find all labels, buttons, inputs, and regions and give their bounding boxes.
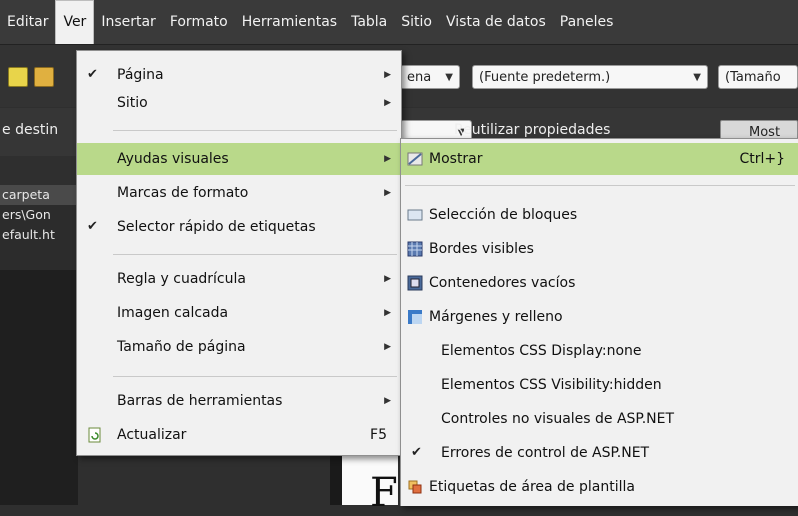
reuse-properties-button[interactable]: Reutilizar propiedades <box>454 122 610 138</box>
menu-item-label: Ayudas visuales <box>117 151 229 167</box>
visual-aids-submenu: Mostrar Ctrl+} Selección de bloques Bord… <box>400 138 798 506</box>
refresh-icon <box>88 427 101 443</box>
menu-item-label: Elementos CSS Display:none <box>441 343 642 359</box>
menu-item-contenedores-vacios[interactable]: Contenedores vacíos <box>401 267 798 299</box>
menu-item-label: Barras de herramientas <box>117 393 283 409</box>
menu-item-actualizar[interactable]: Actualizar F5 <box>77 419 401 451</box>
folder-list-item[interactable]: ers\Gon <box>0 205 78 225</box>
menu-item-errores-de-control[interactable]: ✔ Errores de control de ASP.NET <box>401 437 798 469</box>
chevron-down-icon: ▼ <box>445 72 453 83</box>
menu-item-label: Controles no visuales de ASP.NET <box>441 411 675 427</box>
menu-item-label: Marcas de formato <box>117 185 249 201</box>
menu-tabla[interactable]: Tabla <box>344 0 394 44</box>
menu-bar: Editar Ver Insertar Formato Herramientas… <box>0 0 798 45</box>
template-region-icon <box>408 480 422 494</box>
checkmark-icon: ✔ <box>87 219 98 234</box>
menu-item-margenes-y-relleno[interactable]: Márgenes y relleno <box>401 301 798 333</box>
menu-separator <box>113 254 397 255</box>
submenu-arrow-icon: ▶ <box>384 308 391 318</box>
menu-item-label: Imagen calcada <box>117 305 229 321</box>
menu-separator <box>405 185 795 186</box>
menu-item-seleccion-de-bloques[interactable]: Selección de bloques <box>401 199 798 231</box>
shortcut-label: F5 <box>370 427 387 443</box>
submenu-arrow-icon: ▶ <box>384 274 391 284</box>
menu-item-bordes-visibles[interactable]: Bordes visibles <box>401 233 798 265</box>
style-combo[interactable]: ena ▼ <box>400 65 460 89</box>
menu-paneles[interactable]: Paneles <box>553 0 621 44</box>
panel-empty-area <box>0 270 78 505</box>
menu-item-css-display-none[interactable]: Elementos CSS Display:none <box>401 335 798 367</box>
menu-item-label: Bordes visibles <box>429 241 534 257</box>
menu-item-sitio[interactable]: Sitio ▶ <box>77 87 401 119</box>
chevron-down-icon: ▼ <box>693 72 701 83</box>
visible-borders-icon <box>407 241 423 257</box>
margins-padding-icon <box>408 310 422 324</box>
menu-item-barras-de-herramientas[interactable]: Barras de herramientas ▶ <box>77 385 401 417</box>
target-label: e destin <box>2 122 59 138</box>
menu-item-ayudas-visuales[interactable]: Ayudas visuales ▶ <box>77 143 401 175</box>
size-combo-value: (Tamaño <box>725 70 781 85</box>
visual-aids-icon <box>407 152 423 166</box>
checkmark-icon: ✔ <box>411 445 422 460</box>
shortcut-label: Ctrl+} <box>739 151 785 167</box>
menu-item-label: Elementos CSS Visibility:hidden <box>441 377 662 393</box>
menu-item-etiquetas-area-plantilla[interactable]: Etiquetas de área de plantilla <box>401 471 798 503</box>
submenu-arrow-icon: ▶ <box>384 396 391 406</box>
submenu-arrow-icon: ▶ <box>384 154 391 164</box>
new-page-icon[interactable] <box>8 67 28 87</box>
menu-insertar[interactable]: Insertar <box>94 0 163 44</box>
menu-item-label: Mostrar <box>429 151 483 167</box>
menu-item-regla-y-cuadricula[interactable]: Regla y cuadrícula ▶ <box>77 263 401 295</box>
menu-item-label: Regla y cuadrícula <box>117 271 246 287</box>
menu-item-tamano-de-pagina[interactable]: Tamaño de página ▶ <box>77 331 401 363</box>
menu-sitio[interactable]: Sitio <box>394 0 439 44</box>
size-combo[interactable]: (Tamaño <box>718 65 798 89</box>
submenu-arrow-icon: ▶ <box>384 98 391 108</box>
menu-item-marcas-de-formato[interactable]: Marcas de formato ▶ <box>77 177 401 209</box>
font-combo[interactable]: (Fuente predeterm.) ▼ <box>472 65 708 89</box>
open-folder-icon[interactable] <box>34 67 54 87</box>
document-canvas[interactable]: F <box>342 450 398 516</box>
menu-editar[interactable]: Editar <box>0 0 55 44</box>
menu-item-label: Márgenes y relleno <box>429 309 563 325</box>
document-heading-fragment: F <box>370 470 398 516</box>
menu-item-label: Sitio <box>117 95 148 111</box>
block-selection-icon <box>407 209 423 221</box>
menu-item-label: Selección de bloques <box>429 207 578 223</box>
menu-item-label: Selector rápido de etiquetas <box>117 219 316 235</box>
menu-item-controles-no-visuales[interactable]: Controles no visuales de ASP.NET <box>401 403 798 435</box>
menu-item-label: Errores de control de ASP.NET <box>441 445 650 461</box>
menu-ver[interactable]: Ver <box>55 0 95 44</box>
menu-vista-de-datos[interactable]: Vista de datos <box>439 0 553 44</box>
folder-list-item[interactable]: carpeta <box>0 185 78 205</box>
menu-formato[interactable]: Formato <box>163 0 235 44</box>
menu-separator <box>113 376 397 377</box>
menu-herramientas[interactable]: Herramientas <box>235 0 344 44</box>
menu-item-mostrar[interactable]: Mostrar Ctrl+} <box>401 143 798 175</box>
folder-list-item[interactable]: efault.ht <box>0 225 78 245</box>
style-combo-value: ena <box>407 70 432 85</box>
menu-item-css-visibility-hidden[interactable]: Elementos CSS Visibility:hidden <box>401 369 798 401</box>
menu-item-selector-rapido[interactable]: ✔ Selector rápido de etiquetas <box>77 211 401 243</box>
menu-separator <box>113 130 397 131</box>
submenu-arrow-icon: ▶ <box>384 342 391 352</box>
ver-menu: ✔ Página ▶ Sitio ▶ Ayudas visuales ▶ Mar… <box>76 50 402 456</box>
menu-item-label: Etiquetas de área de plantilla <box>429 479 635 495</box>
menu-item-label: Tamaño de página <box>117 339 246 355</box>
menu-item-label: Actualizar <box>117 427 187 443</box>
menu-item-imagen-calcada[interactable]: Imagen calcada ▶ <box>77 297 401 329</box>
font-combo-value: (Fuente predeterm.) <box>479 70 611 85</box>
menu-item-label: Contenedores vacíos <box>429 275 576 291</box>
empty-containers-icon <box>407 275 423 291</box>
submenu-arrow-icon: ▶ <box>384 188 391 198</box>
